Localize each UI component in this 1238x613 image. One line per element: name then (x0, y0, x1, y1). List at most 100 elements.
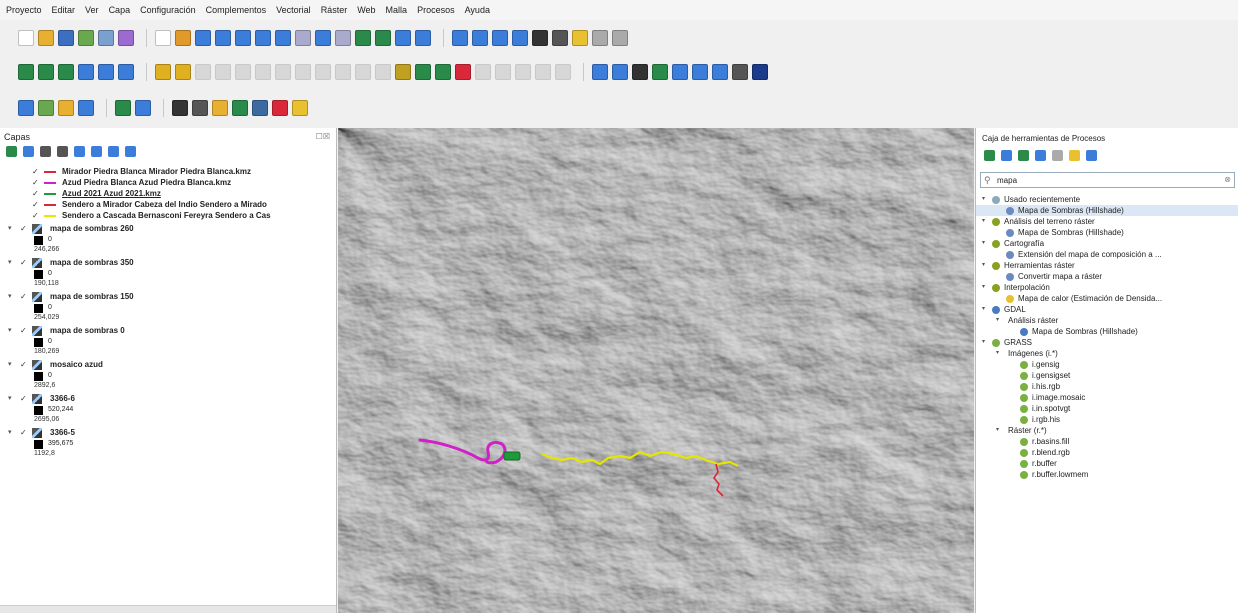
dim3-icon[interactable] (235, 64, 251, 80)
toolbox-algorithm[interactable]: Extensión del mapa de composición a ... (976, 249, 1238, 260)
expand-all-icon[interactable] (91, 146, 102, 157)
new-map-view-icon[interactable] (355, 30, 371, 46)
label-pin-icon[interactable] (415, 64, 431, 80)
zoom-out-icon[interactable] (215, 30, 231, 46)
info-icon[interactable] (292, 100, 308, 116)
plugin-icon[interactable] (632, 64, 648, 80)
toolbox-group[interactable]: ▾ Cartografía (976, 238, 1238, 249)
expand-arrow-icon[interactable]: ▾ (982, 238, 985, 249)
dim14-icon[interactable] (535, 64, 551, 80)
node-icon[interactable] (118, 64, 134, 80)
digitize-icon[interactable] (18, 64, 34, 80)
menu-item[interactable]: Web (357, 5, 375, 15)
toolbox-group[interactable]: ▾ Usado recientemente (976, 194, 1238, 205)
menu-item[interactable]: Vectorial (276, 5, 311, 15)
layer-item[interactable]: ✓ Azud Piedra Blanca Azud Piedra Blanca.k… (0, 177, 336, 188)
raster-layer-item[interactable]: ▾ ✓ mapa de sombras 260 (0, 223, 336, 235)
dim7-icon[interactable] (315, 64, 331, 80)
download-icon[interactable] (272, 100, 288, 116)
toolbox-algorithm[interactable]: Mapa de calor (Estimación de Densida... (976, 293, 1238, 304)
menu-item[interactable]: Ráster (321, 5, 348, 15)
raster-layer-item[interactable]: ▾ ✓ 3366-6 (0, 393, 336, 405)
layer-checkbox[interactable]: ✓ (20, 359, 27, 371)
dim12-icon[interactable] (495, 64, 511, 80)
pan-to-selection-icon[interactable] (175, 30, 191, 46)
expand-arrow-icon[interactable]: ▾ (982, 216, 985, 227)
expand-arrow-icon[interactable]: ▾ (982, 260, 985, 271)
toolbox-algorithm[interactable]: ▾ Imágenes (i.*) (976, 348, 1238, 359)
pencil-icon[interactable] (155, 64, 171, 80)
add-csv-icon[interactable] (58, 100, 74, 116)
layer-item[interactable]: ✓ Azud 2021 Azud 2021.kmz (0, 188, 336, 199)
layer-item[interactable]: ✓ Sendero a Mirador Cabeza del Indio Send… (0, 199, 336, 210)
zoom-next-icon[interactable] (335, 30, 351, 46)
layer-checkbox[interactable]: ✓ (32, 210, 39, 221)
toolbox-group[interactable]: ▾ Herramientas ráster (976, 260, 1238, 271)
add-vector-icon[interactable] (38, 100, 54, 116)
layer-style-icon[interactable] (6, 146, 17, 157)
toolbox-algorithm[interactable]: Mapa de Sombras (Hillshade) (976, 326, 1238, 337)
pan-icon[interactable] (155, 30, 171, 46)
models-icon[interactable] (984, 150, 995, 161)
filter-legend-icon[interactable] (57, 146, 68, 157)
layer-checkbox[interactable]: ✓ (20, 393, 27, 405)
expand-arrow-icon[interactable]: ▾ (996, 315, 999, 326)
raster-icon[interactable] (672, 64, 688, 80)
toolbox-algorithm[interactable]: i.gensig (976, 359, 1238, 370)
expand-arrow-icon[interactable]: ▾ (982, 282, 985, 293)
menu-item[interactable]: Ver (85, 5, 99, 15)
annotation-icon[interactable] (572, 30, 588, 46)
zoom-to-layer-icon[interactable] (275, 30, 291, 46)
clear-search-icon[interactable]: ⊗ (1224, 175, 1231, 184)
statistics-icon[interactable] (532, 30, 548, 46)
dim15-icon[interactable] (555, 64, 571, 80)
zoom-native-icon[interactable] (295, 30, 311, 46)
refresh-icon[interactable] (415, 30, 431, 46)
menu-item[interactable]: Procesos (417, 5, 455, 15)
measure-icon[interactable] (552, 30, 568, 46)
scripts-icon[interactable] (1052, 150, 1063, 161)
label-move-icon[interactable] (455, 64, 471, 80)
menu-item[interactable]: Proyecto (6, 5, 42, 15)
layer-checkbox[interactable]: ✓ (32, 199, 39, 210)
layer-checkbox[interactable]: ✓ (20, 291, 27, 303)
new-project-icon[interactable] (18, 30, 34, 46)
exit-icon[interactable] (752, 64, 768, 80)
layer-properties-icon[interactable] (192, 100, 208, 116)
raster-layer-item[interactable]: ▾ ✓ 3366-5 (0, 427, 336, 439)
layer-checkbox[interactable]: ✓ (32, 177, 39, 188)
temporal-controller-icon[interactable] (395, 30, 411, 46)
remove-layer-icon[interactable] (125, 146, 136, 157)
help-icon[interactable] (1086, 150, 1097, 161)
save-project-icon[interactable] (58, 30, 74, 46)
expand-arrow-icon[interactable]: ▾ (982, 304, 985, 315)
layer-checkbox[interactable]: ✓ (20, 427, 27, 439)
toolbox-algorithm[interactable]: Mapa de Sombras (Hillshade) (976, 227, 1238, 238)
zoom-full-icon[interactable] (235, 30, 251, 46)
expand-arrow-icon[interactable]: ▾ (8, 257, 12, 269)
label-icon[interactable] (395, 64, 411, 80)
expand-arrow-icon[interactable]: ▾ (8, 325, 12, 337)
menu-item[interactable]: Ayuda (465, 5, 490, 15)
add-wms-icon[interactable] (78, 100, 94, 116)
layers-horizontal-scrollbar[interactable] (0, 605, 336, 613)
add-group-icon[interactable] (23, 146, 34, 157)
text-annotation-icon[interactable] (612, 30, 628, 46)
toolbox-algorithm[interactable]: i.his.rgb (976, 381, 1238, 392)
history-icon[interactable] (1001, 150, 1012, 161)
dim8-icon[interactable] (335, 64, 351, 80)
expand-arrow-icon[interactable]: ▾ (996, 348, 999, 359)
web-icon[interactable] (712, 64, 728, 80)
new-3d-view-icon[interactable] (375, 30, 391, 46)
filter-expression-icon[interactable] (74, 146, 85, 157)
edit-pencil-icon[interactable] (175, 64, 191, 80)
toolbox-algorithm[interactable]: i.rgb.his (976, 414, 1238, 425)
expand-arrow-icon[interactable]: ▾ (8, 359, 12, 371)
menu-item[interactable]: Editar (52, 5, 76, 15)
database-icon[interactable] (692, 64, 708, 80)
toolbox-algorithm[interactable]: r.blend.rgb (976, 447, 1238, 458)
menu-item[interactable]: Configuración (140, 5, 196, 15)
toolbox-algorithm[interactable]: i.in.spotvgt (976, 403, 1238, 414)
remove-layer-icon[interactable] (172, 100, 188, 116)
raster-layer-item[interactable]: ▾ ✓ mosaico azud (0, 359, 336, 371)
